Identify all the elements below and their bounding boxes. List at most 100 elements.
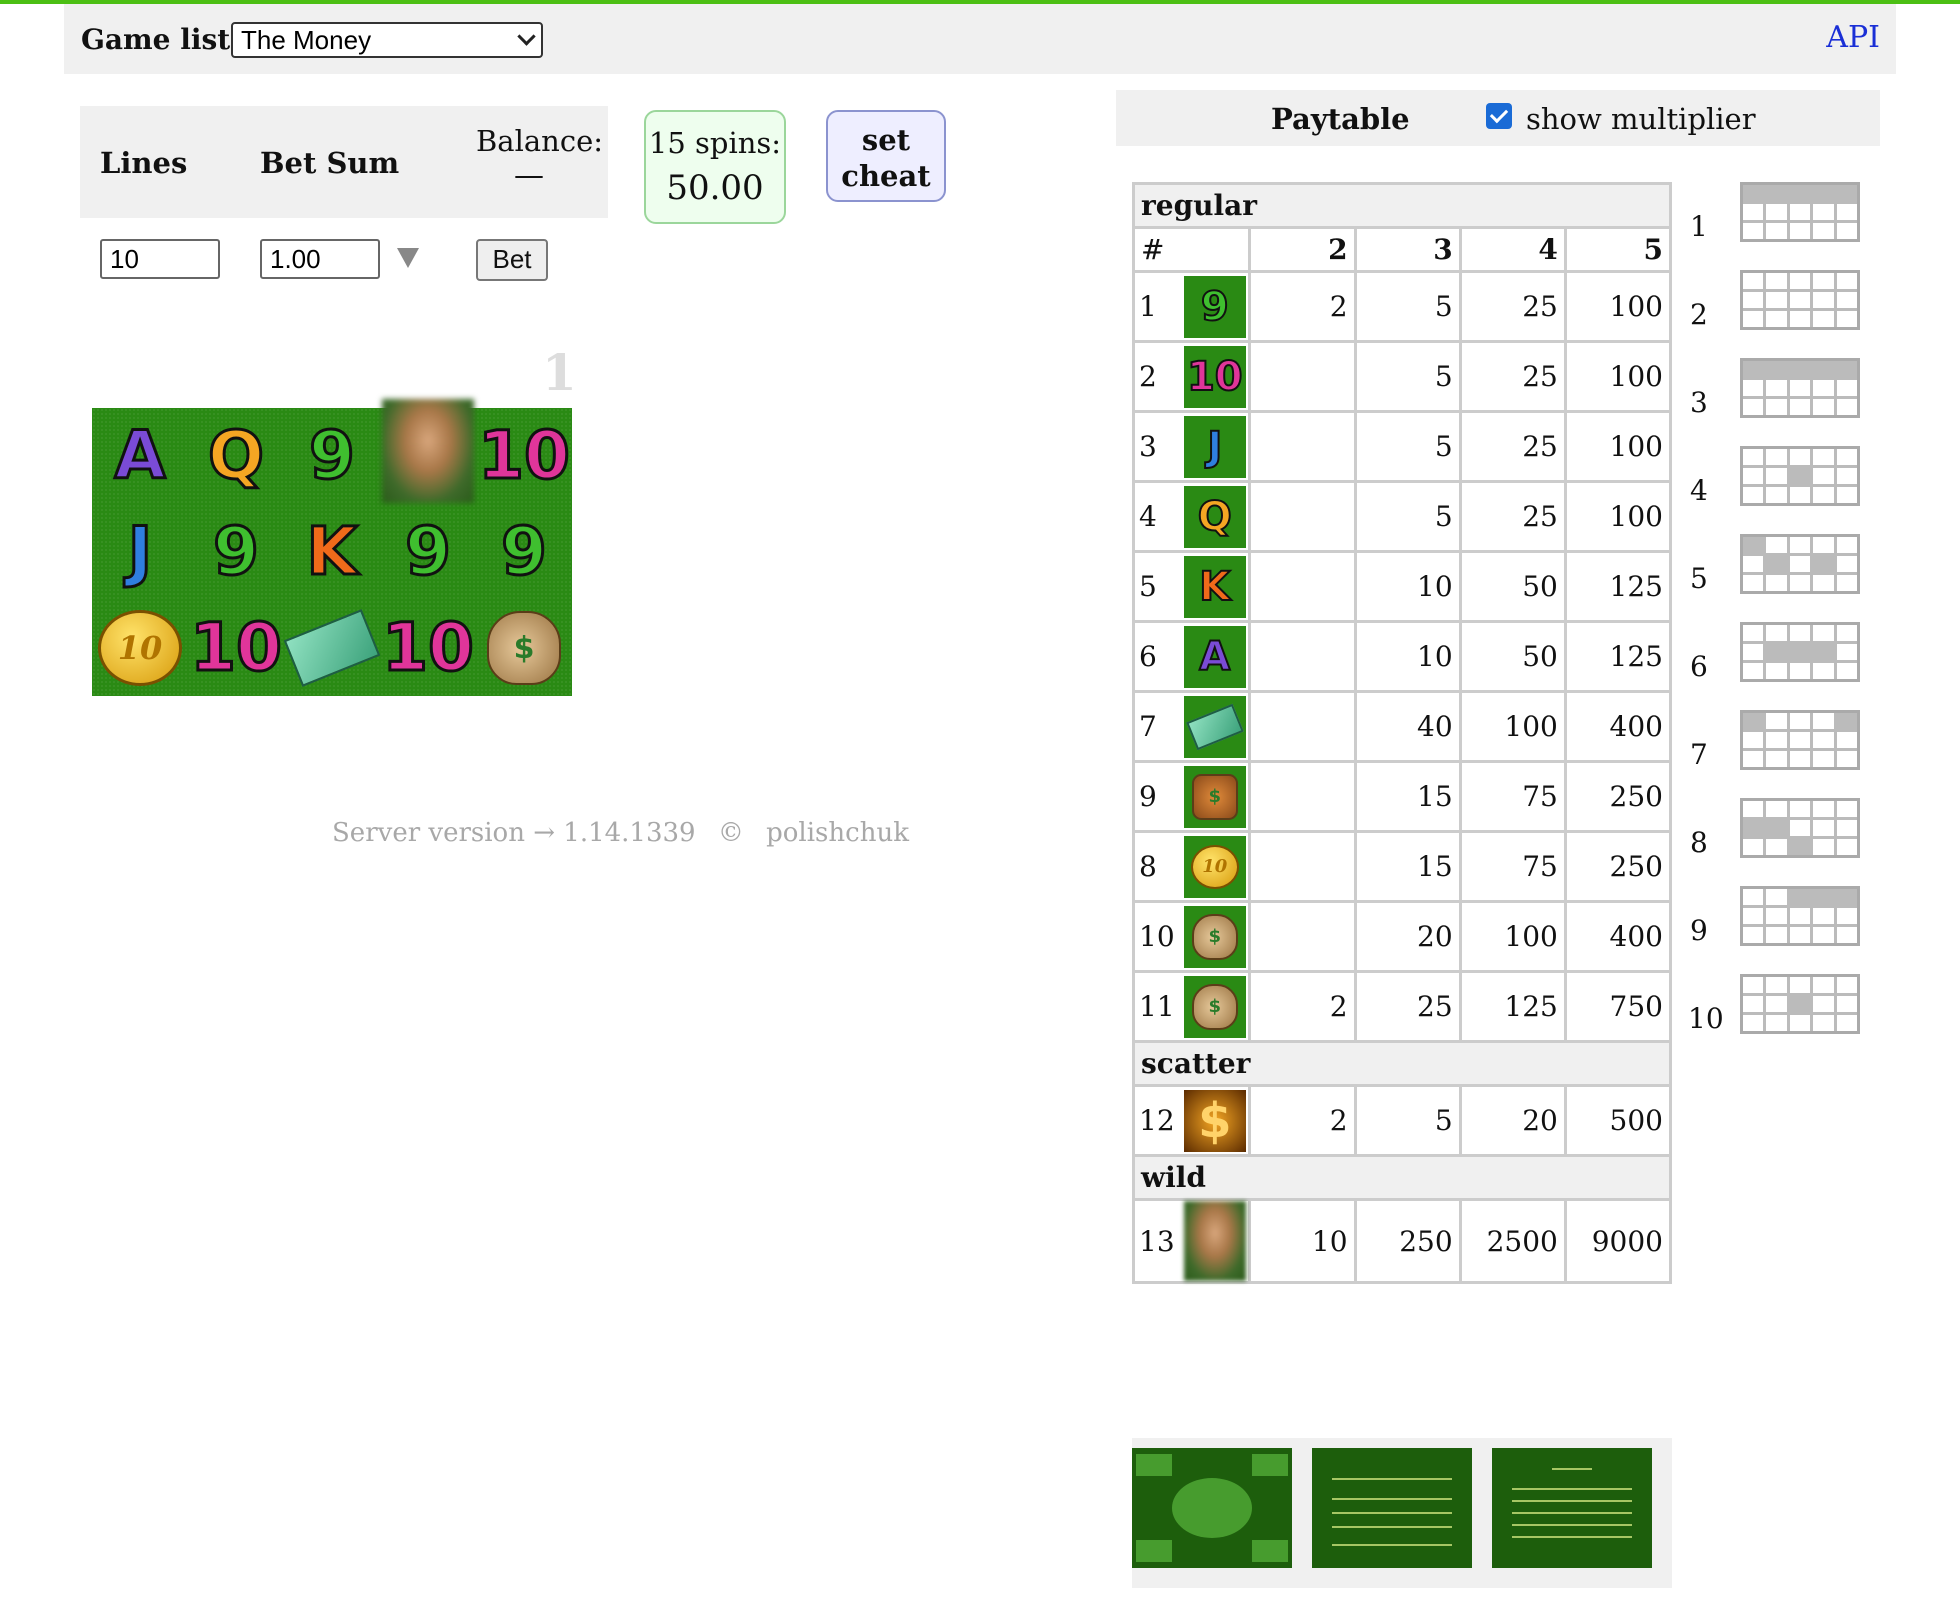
payline-number: 10	[1688, 1002, 1724, 1035]
paytable-section-scatter: scatter	[1132, 1040, 1672, 1087]
header-bar: Game list: The Money API	[64, 4, 1896, 74]
cheat-button-line2: cheat	[841, 159, 931, 193]
payout-value: 750	[1563, 970, 1673, 1043]
payline-diagram	[1740, 622, 1860, 682]
balance-label: Balance:	[476, 124, 604, 158]
spins-value: 50.00	[666, 168, 764, 208]
payout-value: 250	[1563, 760, 1673, 833]
symbol-id: 4	[1132, 480, 1182, 553]
paytable-symbol-icon: $	[1183, 975, 1246, 1038]
game-list-label: Game list:	[81, 23, 241, 56]
symbol-9-icon: 9	[308, 417, 357, 494]
reel-cell: J	[92, 504, 188, 600]
payline-diagram	[1740, 270, 1860, 330]
payout-value: 2	[1248, 970, 1357, 1043]
wild-portrait-icon	[1183, 1201, 1246, 1281]
payout-value: 5	[1353, 1084, 1462, 1157]
symbol-cell: A	[1181, 620, 1252, 693]
reel-cell: 10	[92, 600, 188, 696]
payline-number: 1	[1690, 210, 1708, 243]
lines-label: Lines	[100, 146, 188, 180]
screenshot-thumb[interactable]	[1312, 1448, 1472, 1568]
paytable-symbol-icon: J	[1183, 415, 1246, 478]
payout-value	[1248, 690, 1357, 763]
payout-value: 10	[1248, 1198, 1357, 1284]
payout-value: 125	[1563, 620, 1673, 693]
payout-value: 100	[1458, 690, 1567, 763]
paytable-symbol-icon: Q	[1183, 485, 1246, 548]
symbol-id: 7	[1132, 690, 1182, 763]
reel-cell: 9	[476, 504, 572, 600]
payout-value: 100	[1563, 270, 1673, 343]
bet-sum-label: Bet Sum	[260, 146, 400, 180]
payout-value: 20	[1353, 900, 1462, 973]
symbol-cell: $	[1181, 900, 1252, 973]
server-version: Server version → 1.14.1339	[332, 818, 696, 848]
payout-value: 125	[1458, 970, 1567, 1043]
symbol-cell: J	[1181, 410, 1252, 483]
reel-cell: A	[92, 408, 188, 504]
bet-button[interactable]: Bet	[476, 239, 548, 281]
payline-diagram	[1740, 710, 1860, 770]
cash-stack-icon	[283, 609, 381, 687]
reel-cell: $	[476, 600, 572, 696]
author-name: polishchuk	[766, 818, 909, 848]
payout-value	[1248, 900, 1357, 973]
symbol-id: 13	[1132, 1198, 1182, 1284]
paytable-row: 3 J 5 25 100	[1132, 410, 1673, 483]
game-list-select[interactable]: The Money	[231, 22, 543, 58]
symbol-j-icon: J	[126, 513, 154, 590]
payout-value: 400	[1563, 900, 1673, 973]
paytable-column-header-row: #2 3 4 5	[1131, 226, 1673, 273]
payline-number: 4	[1690, 474, 1708, 507]
paytable-row: 1 9 2 5 25 100	[1132, 270, 1673, 343]
payout-value: 15	[1353, 830, 1462, 903]
lines-input[interactable]: 10	[100, 239, 220, 279]
paytable-column-header: 2	[1248, 226, 1357, 273]
paytable-symbol-icon	[1183, 695, 1246, 758]
payout-value: 2	[1248, 1084, 1357, 1157]
paytable-row: 11 $2 25 125 750	[1132, 970, 1673, 1043]
paytable-symbol-icon: 10	[1183, 345, 1246, 408]
bet-sum-input[interactable]: 1.00	[260, 239, 380, 279]
spins-label: 15 spins:	[648, 126, 782, 160]
set-cheat-button[interactable]: set cheat	[826, 110, 946, 202]
paytable-column-header: 4	[1458, 226, 1567, 273]
payline-number: 6	[1690, 650, 1708, 683]
screenshot-thumb[interactable]	[1132, 1448, 1292, 1568]
payline-diagram	[1740, 886, 1860, 946]
paytable-symbol-icon: 9	[1183, 275, 1246, 338]
symbol-id: 12	[1132, 1084, 1182, 1157]
payout-value: 100	[1458, 900, 1567, 973]
paytable-section-row: scatter	[1132, 1040, 1672, 1087]
paytable-section-row: wild	[1132, 1154, 1672, 1201]
reel-cell: 10	[188, 600, 284, 696]
screenshot-thumb[interactable]	[1492, 1448, 1652, 1568]
paytable-row: 5 K 10 50 125	[1132, 550, 1673, 623]
symbol-id: 8	[1132, 830, 1182, 903]
paytable-section-wild: wild	[1132, 1154, 1672, 1201]
open-money-bag-icon: $	[1191, 983, 1238, 1030]
payout-value: 9000	[1563, 1198, 1673, 1284]
symbol-cell	[1181, 1198, 1252, 1284]
symbol-cell: Q	[1181, 480, 1252, 553]
payout-value	[1248, 830, 1357, 903]
reel-cell: 9	[188, 504, 284, 600]
paytable-symbol-icon: K	[1183, 555, 1246, 618]
payout-value: 10	[1353, 550, 1462, 623]
reel-result-index: 1	[542, 343, 577, 402]
show-multiplier-checkbox[interactable]	[1486, 103, 1512, 129]
payline-diagram	[1740, 446, 1860, 506]
reel-cell	[380, 399, 476, 504]
symbol-9-icon: 9	[404, 513, 453, 590]
symbol-10-icon: 10	[381, 609, 476, 686]
wallet-icon: $	[1191, 773, 1238, 820]
api-link[interactable]: API	[1826, 20, 1880, 55]
bet-dropdown-triangle-icon[interactable]	[397, 248, 419, 268]
free-spins-box: 15 spins: 50.00	[644, 110, 786, 224]
symbol-cell: $	[1181, 760, 1252, 833]
paytable-column-header: #	[1131, 226, 1252, 273]
reel-cell	[283, 600, 381, 696]
controls-header: Lines Bet Sum Balance: —	[80, 106, 608, 218]
payline-number: 2	[1690, 298, 1708, 331]
